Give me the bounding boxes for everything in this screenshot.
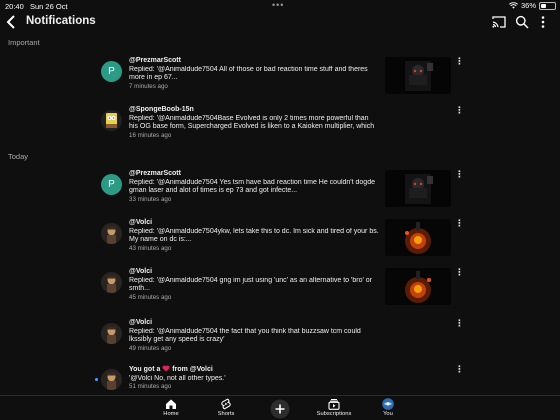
notification-more-button[interactable]: ⋮ [455,365,464,379]
notification-body: Replied: '@Animaldude7504 the fact that … [129,327,361,344]
notification-author: @Volci [129,219,153,226]
search-icon [515,15,529,29]
notification-author: @PrezmarScott [129,170,181,177]
notification-author: You got a from @Volci [129,365,379,375]
notification-item[interactable]: @Volci Replied: '@Animaldude7504 the fac… [0,319,560,359]
wifi-icon [509,2,518,9]
page-title: Notifications [26,15,96,27]
nav-create-button[interactable] [260,397,300,420]
nav-you-label: You [383,411,393,417]
notification-item[interactable]: @Volci Replied: '@Animaldude7504 gng im … [0,268,560,308]
back-button[interactable] [5,14,19,30]
volci-avatar-icon [101,272,122,293]
avatar[interactable] [101,369,122,390]
back-arrow-icon [6,15,15,29]
notification-author: @SpongeBoob-15n [129,106,194,113]
video-thumbnail[interactable] [385,57,451,94]
status-time: 20:40 [5,2,24,11]
notification-time: 45 minutes ago [129,293,172,301]
avatar[interactable] [101,223,122,244]
notification-body: Replied: '@Animaldude7504 gng im just us… [129,276,372,293]
unread-indicator [95,378,98,381]
notification-more-button[interactable]: ⋮ [455,170,464,184]
more-vertical-icon [541,16,545,28]
multitasking-dots-icon[interactable]: ••• [272,0,284,10]
cast-icon [492,16,506,28]
heart-icon [162,365,170,372]
avatar[interactable] [101,272,122,293]
notification-item[interactable]: @Volci Replied: '@Animaldude7504ykw, let… [0,219,560,259]
notification-author: @PrezmarScott [129,57,181,64]
app-header: Notifications [0,12,560,34]
spongebob-avatar-icon [101,110,122,131]
section-heading-today: Today [8,152,29,161]
notification-more-button[interactable]: ⋮ [455,319,464,333]
volci-avatar-icon [101,369,122,390]
video-thumbnail[interactable] [385,170,451,207]
notification-author-prefix: You got a [129,366,161,373]
nav-subscriptions-label: Subscriptions [316,411,352,417]
avatar[interactable] [101,323,122,344]
notification-more-button[interactable]: ⋮ [455,268,464,282]
volci-avatar-icon [101,223,122,244]
shorts-icon [221,398,231,410]
create-plus-icon [270,399,290,419]
notification-time: 43 minutes ago [129,244,172,252]
video-thumbnail[interactable] [385,268,451,305]
notification-more-button[interactable]: ⋮ [455,57,464,71]
notification-body: '@Volci No, not all other types.' [129,374,226,382]
notification-item[interactable]: P @PrezmarScott Replied: '@Animaldude750… [0,170,560,210]
search-button[interactable] [515,15,529,29]
section-heading-important: Important [8,38,40,47]
status-date: Sun 26 Oct [30,2,68,11]
notification-item[interactable]: P @PrezmarScott Replied: '@Animaldude750… [0,57,560,97]
notification-time: 33 minutes ago [129,195,172,203]
notification-item[interactable]: @SpongeBoob-15n Replied: '@Animaldude750… [0,106,560,146]
video-thumbnail[interactable] [385,219,451,256]
notification-body: Replied: '@Animaldude7504Base Evolved is… [129,114,375,131]
status-bar: 20:40 Sun 26 Oct ••• 36% [0,0,560,12]
battery-percent: 36% [520,1,536,10]
avatar[interactable]: P [101,61,122,82]
nav-shorts-label: Shorts [217,411,235,417]
home-icon [166,399,176,409]
notification-body: Replied: '@Animaldude7504 All of those o… [129,65,368,82]
you-avatar-icon [382,398,394,410]
nav-home[interactable]: Home [151,397,191,420]
avatar[interactable]: P [101,174,122,195]
battery-icon [539,1,556,10]
notification-body: Replied: '@Animaldude7504ykw, lets take … [129,227,379,244]
notification-author: @Volci [129,268,153,275]
nav-home-label: Home [163,411,179,417]
nav-shorts[interactable]: Shorts [206,397,246,420]
menu-button[interactable] [536,15,550,29]
notification-author-suffix: from @Volci [172,366,213,373]
notification-time: 7 minutes ago [129,82,168,90]
notification-time: 49 minutes ago [129,344,172,352]
notification-body: Replied: '@Animaldude7504 Yes tsm have b… [129,178,375,195]
bottom-navigation: Home Shorts Subscriptions You [0,395,560,420]
notification-time: 16 minutes ago [129,131,172,139]
notification-more-button[interactable]: ⋮ [455,219,464,233]
notification-author: @Volci [129,319,153,326]
avatar[interactable] [101,110,122,131]
subscriptions-icon [328,399,340,410]
notification-more-button[interactable]: ⋮ [455,106,464,120]
cast-button[interactable] [492,15,506,29]
notification-time: 51 minutes ago [129,383,172,391]
nav-subscriptions[interactable]: Subscriptions [314,397,354,420]
volci-avatar-icon [101,323,122,344]
nav-you[interactable]: You [368,397,408,420]
